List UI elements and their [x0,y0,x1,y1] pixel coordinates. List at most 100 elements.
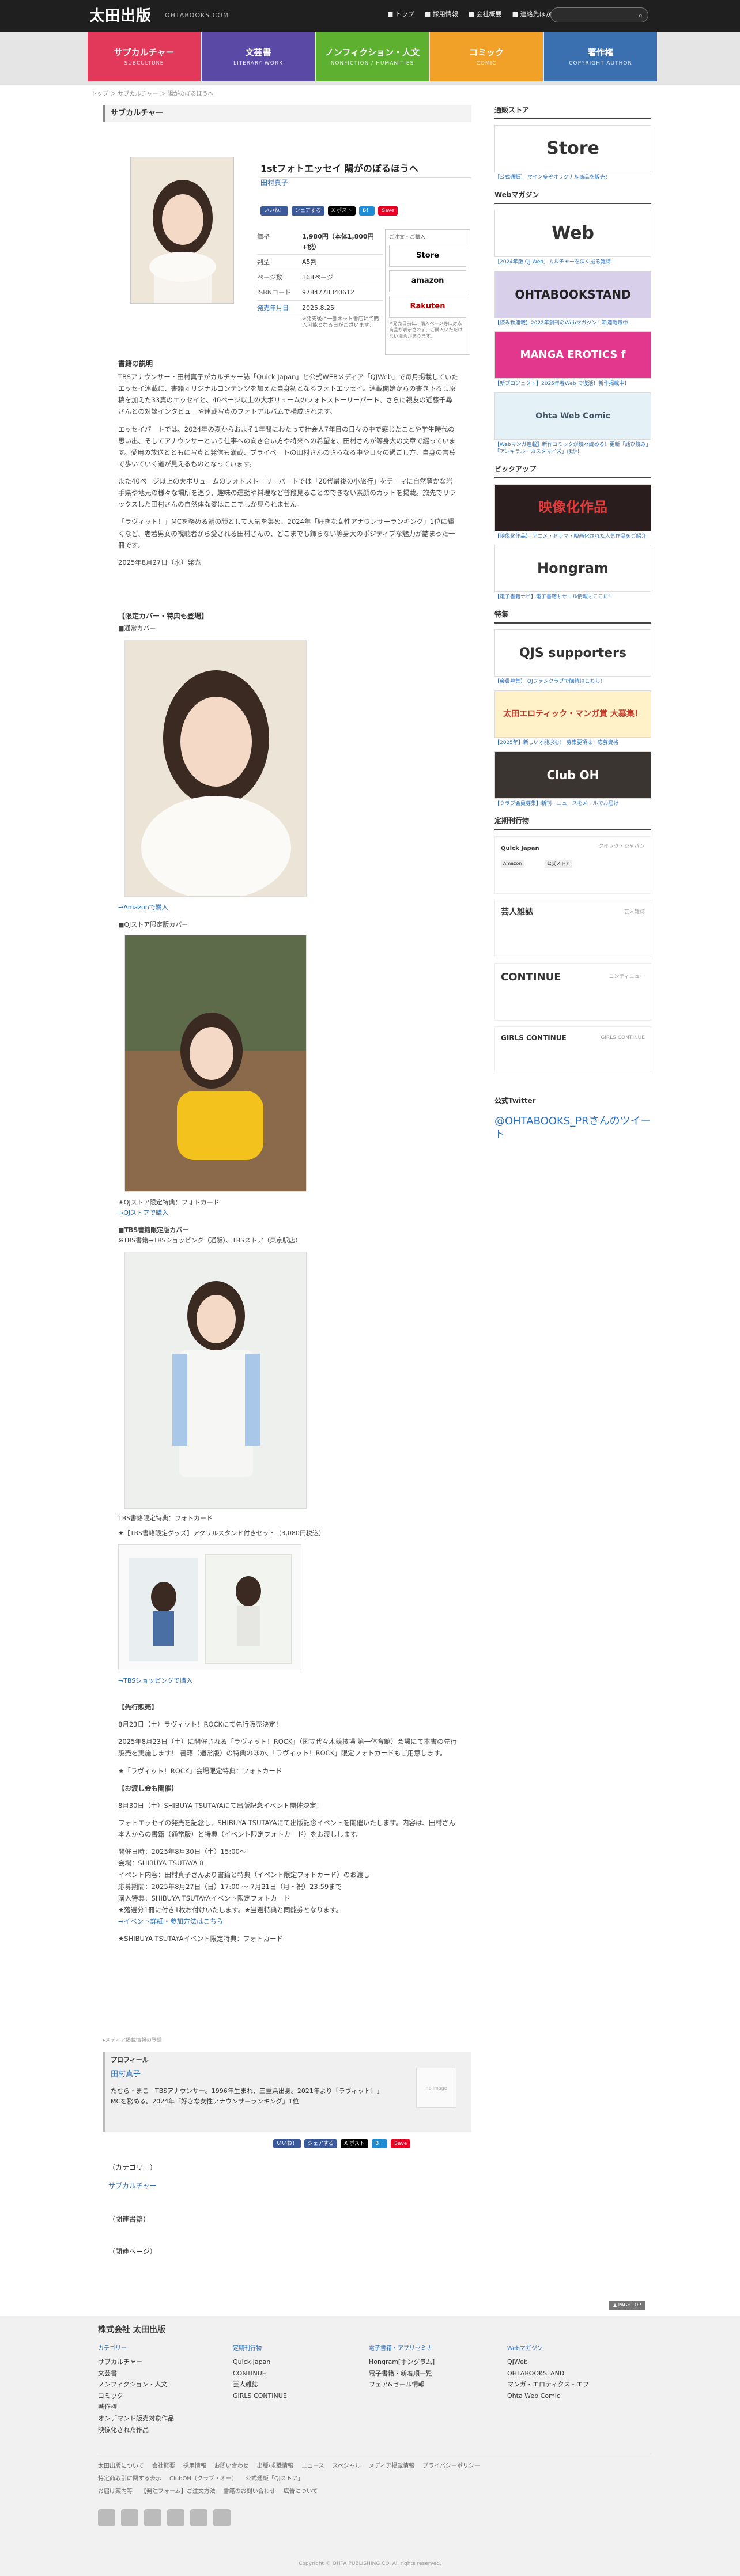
facebook-icon[interactable] [121,2509,138,2526]
facebook-like-button[interactable]: いいね！ [260,206,289,216]
sidebar-qjweb-caption[interactable]: ［2024年版 QJ Web］カルチャーを深く掘る雑誌 [494,259,651,266]
magazine-card-quick-japan[interactable]: Quick Japan クイック・ジャパン Amazon 公式ストア [494,836,651,894]
hatena-bookmark-button[interactable]: B！ [359,206,375,216]
sidebar-twitter-link[interactable]: @OHTABOOKS_PRさんのツイート [494,1115,651,1142]
footer-link[interactable]: ノンフィクション・人文 [98,2379,174,2390]
sidebar-cluboh-banner[interactable]: Club OH [494,751,651,799]
footer-link[interactable]: ニュース [301,2462,324,2471]
footer-link[interactable]: 映像化された作品 [98,2425,174,2435]
magazine-card-girls-continue[interactable]: GIRLS CONTINUE GIRLS CONTINUE [494,1026,651,1072]
footer-link[interactable]: 書籍のお問い合わせ [224,2487,275,2496]
breadcrumb[interactable]: トップ ＞ サブカルチャー ＞ 陽がのぼるほうへ [91,90,214,99]
sidebar-manga-erotics-caption[interactable]: 【新プロジェクト】2025年春Web で復活！新作掲載中！ [494,381,651,388]
instagram-icon[interactable] [98,2509,115,2526]
footer-link[interactable]: 公式通販「QJストア」 [246,2475,304,2484]
hatena-bookmark-button[interactable]: B！ [372,2139,388,2148]
footer-link[interactable]: Quick Japan [233,2357,287,2367]
footer-link[interactable]: 電子書籍・新着順一覧 [369,2369,435,2379]
magazine-amazon-button[interactable]: Amazon [501,859,524,868]
footer-link[interactable]: スペシャル [333,2462,361,2471]
footer-link[interactable]: 採用情報 [183,2462,206,2471]
header-nav-company[interactable]: ■ 会社概要 [469,9,502,20]
line-icon[interactable] [167,2509,184,2526]
footer-link[interactable]: サブカルチャー [98,2357,174,2367]
search-icon[interactable]: ⌕ [639,10,643,22]
sidebar-manga-erotics-banner[interactable]: MANGA EROTICS f [494,331,651,379]
footer-link[interactable]: オンデマンド販売対象作品 [98,2413,174,2424]
amazon-buy-link[interactable]: →Amazonで購入 [118,902,168,913]
qj-cover-image[interactable] [124,935,307,1192]
buy-link-store[interactable]: Store [389,245,466,267]
sidebar-ohta-web-comic-caption[interactable]: 【Webマンガ連載】新作コミックが続々読める！更新「話ひ読み」「アンキラル・カス… [494,442,651,455]
facebook-share-button[interactable]: シェアする [304,2139,338,2148]
search-input[interactable]: ⌕ [550,7,648,22]
footer-link[interactable]: CONTINUE [233,2369,287,2379]
header-nav-contact[interactable]: ■ 連絡先ほか [512,9,552,20]
sidebar-cluboh-caption[interactable]: 【クラブ会員募集】新刊・ニュースをメールでお届け [494,801,651,808]
footer-link[interactable]: お届け案内等 [98,2487,133,2496]
footer-link[interactable]: フェア&セール情報 [369,2379,435,2390]
footer-link[interactable]: 太田出版について [98,2462,144,2471]
acrylic-stand-image[interactable] [118,1544,301,1670]
footer-link[interactable]: プライバシーポリシー [422,2462,480,2471]
buy-link-rakuten[interactable]: Rakuten [389,296,466,318]
facebook-share-button[interactable]: シェアする [292,206,325,216]
sidebar-qjs-banner[interactable]: QJS supporters [494,629,651,677]
page-top-button[interactable]: ▲ PAGE TOP [609,2301,646,2310]
header-nav-recruit[interactable]: ■ 採用情報 [425,9,458,20]
qj-store-buy-link[interactable]: →QJストアで購入 [118,1208,168,1218]
sidebar-erotic-manga-prize-caption[interactable]: 【2025年】新しい才能求む！ 募集要項は・応募資格 [494,740,651,747]
sidebar-adaptation-banner[interactable]: 映像化作品 [494,484,651,531]
sidebar-hongram-caption[interactable]: 【電子書籍ナビ】電子書籍もセール情報もここに！ [494,594,651,601]
sidebar-qjweb-banner[interactable]: Web [494,210,651,258]
tbs-cover-image[interactable] [124,1252,307,1509]
sidebar-store-caption[interactable]: ［公式通販］ マイン多ぞオリジナル商品を販売！ [494,175,651,182]
footer-link[interactable]: ClubOH（クラブ・オー） [169,2475,237,2484]
buy-link-amazon[interactable]: amazon [389,270,466,293]
normal-cover-image[interactable] [124,640,307,897]
footer-link[interactable]: 会社概要 [152,2462,175,2471]
sidebar-adaptation-caption[interactable]: 【映像化作品】 アニメ・ドラマ・映画化された人気作品をご紹介 [494,534,651,541]
footer-link[interactable]: GIRLS CONTINUE [233,2391,287,2401]
tbs-shopping-buy-link[interactable]: →TBSショッピングで購入 [118,1676,192,1686]
footer-link[interactable]: OHTABOOKSTAND [507,2369,589,2379]
magazine-card-continue[interactable]: CONTINUE コンティニュー [494,962,651,1021]
sidebar-erotic-manga-prize-banner[interactable]: 太田エロティック・マンガ賞 大募集！ [494,690,651,738]
gnav-literature[interactable]: 文芸書 LITERARY WORK [202,32,315,81]
footer-link[interactable]: 【発注フォーム】ご注文方法 [141,2487,216,2496]
footer-link[interactable]: お問い合わせ [214,2462,249,2471]
tiktok-icon[interactable] [213,2509,231,2526]
gnav-nonfiction[interactable]: ノンフィクション・人文 NONFICTION / HUMANITIES [316,32,429,81]
footer-link[interactable]: Hongram[ホングラム] [369,2357,435,2367]
sidebar-qjs-caption[interactable]: 【会員募集】 QJファンクラブで購読はこちら！ [494,679,651,686]
pinterest-save-button[interactable]: Save [378,206,398,216]
sidebar-ohtabookstand-banner[interactable]: OHTABOOKSTAND [494,270,651,318]
media-register-link[interactable]: ▸メディア掲載情報の登録 [103,2037,162,2045]
footer-link[interactable]: コミック [98,2391,174,2401]
magazine-card-geinin[interactable]: 芸人雑誌 芸人雑誌 [494,899,651,957]
footer-link[interactable]: 文芸書 [98,2369,174,2379]
footer-link[interactable]: 広告について [284,2487,318,2496]
sidebar-ohta-web-comic-banner[interactable]: Ohta Web Comic [494,392,651,440]
twitter-icon[interactable] [144,2509,161,2526]
sidebar-ohtabookstand-caption[interactable]: 【読み物連載】2022年創刊のWebマガジン！新連載毎中 [494,320,651,327]
book-cover[interactable] [130,157,234,304]
gnav-copyright[interactable]: 著作権 COPYRIGHT AUTHOR [544,32,657,81]
site-logo[interactable]: 太田出版 [89,5,152,29]
product-author-link[interactable]: 田村真子 [260,177,288,188]
header-nav-home[interactable]: ■ トップ [387,9,414,20]
gnav-comic[interactable]: コミック COMIC [430,32,543,81]
footer-link[interactable]: QJWeb [507,2357,589,2367]
bottom-category-link[interactable]: サブカルチャー [108,2181,157,2192]
x-post-button[interactable]: X ポスト [328,206,356,216]
gnav-subculture[interactable]: サブカルチャー SUBCULTURE [88,32,201,81]
footer-link[interactable]: 特定商取引に関する表示 [98,2475,161,2484]
x-post-button[interactable]: X ポスト [341,2139,369,2148]
footer-link[interactable]: 出版/求職情報 [257,2462,293,2471]
footer-link[interactable]: 著作権 [98,2402,174,2412]
footer-link[interactable]: 芸人雑誌 [233,2379,287,2390]
profile-author-name[interactable]: 田村真子 [111,2069,141,2081]
footer-link[interactable]: メディア掲載情報 [369,2462,414,2471]
footer-link[interactable]: Ohta Web Comic [507,2391,589,2401]
footer-link[interactable]: マンガ・エロティクス・エフ [507,2379,589,2390]
